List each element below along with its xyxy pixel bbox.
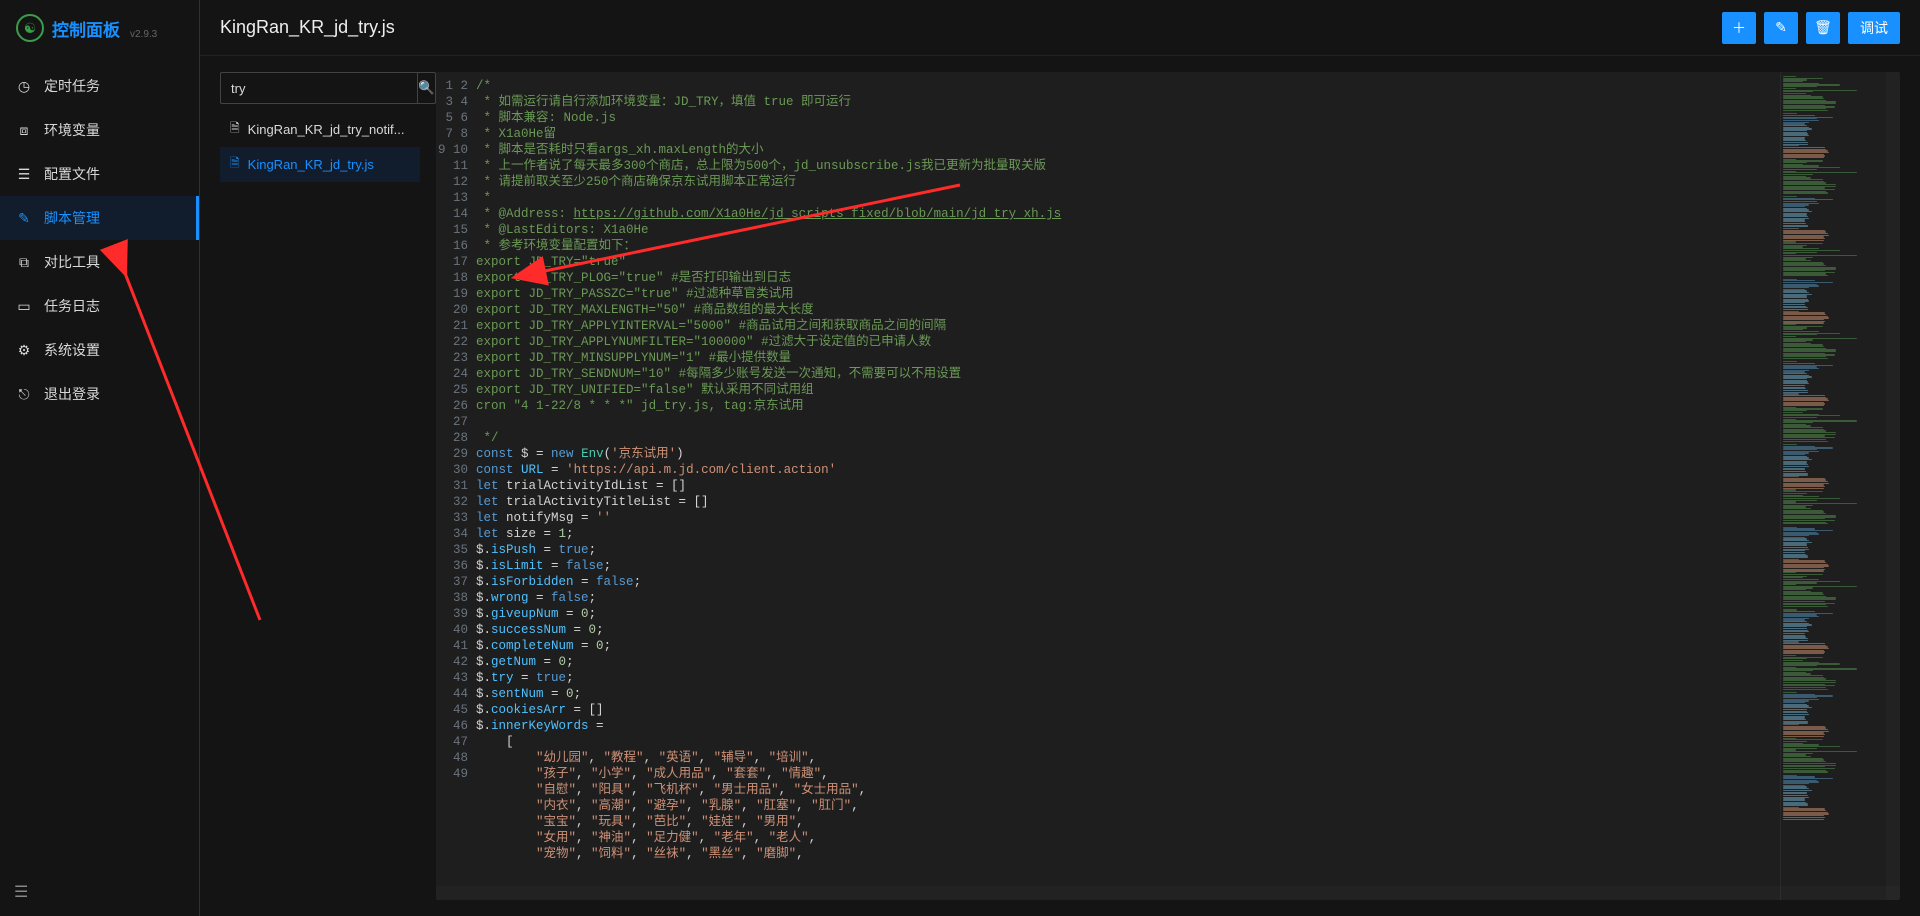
pencil-icon: ✎ (1775, 19, 1787, 36)
main: KingRan_KR_jd_try.js ＋ ✎ 🗑 调试 🔍 🗎 KingRan… (200, 0, 1920, 916)
diff-icon: ⧉ (16, 254, 32, 271)
sidebar-item-clock[interactable]: ◷ 定时任务 (0, 64, 199, 108)
sidebar-item-label: 系统设置 (44, 340, 100, 360)
logo-version: v2.9.3 (130, 29, 157, 40)
code-area[interactable]: /* * 如需运行请自行添加环境变量：JD_TRY，填值 true 即可运行 *… (476, 72, 1780, 900)
code-editor[interactable]: 1 2 3 4 5 6 7 8 9 10 11 12 13 14 15 16 1… (436, 72, 1900, 900)
delete-button[interactable]: 🗑 (1806, 12, 1840, 44)
nav: ◷ 定时任务 ⧈ 环境变量 ☰ 配置文件 ✎ 脚本管理 ⧉ 对比工具 ▭ 任务日志 ⚙ 系统设置 ⎋ 退出登录 (0, 56, 199, 868)
sidebar-item-label: 定时任务 (44, 76, 100, 96)
search-row: 🔍 (220, 72, 420, 104)
sidebar-item-settings[interactable]: ⚙ 系统设置 (0, 328, 199, 372)
sidebar-item-label: 对比工具 (44, 252, 100, 272)
sidebar-item-logout[interactable]: ⎋ 退出登录 (0, 372, 199, 416)
vertical-scrollbar[interactable] (1886, 72, 1900, 900)
page-title: KingRan_KR_jd_try.js (220, 17, 395, 38)
file-icon: 🗎 (230, 154, 240, 175)
file-item[interactable]: 🗎 KingRan_KR_jd_try.js (220, 147, 420, 182)
sidebar: ☯ 控制面板 v2.9.3 ◷ 定时任务 ⧈ 环境变量 ☰ 配置文件 ✎ 脚本管理 ⧉ 对比工具 ▭… (0, 0, 200, 916)
search-input[interactable] (220, 72, 418, 104)
horizontal-scrollbar[interactable] (436, 886, 1900, 900)
logo-area: ☯ 控制面板 v2.9.3 (0, 0, 199, 56)
config-icon: ☰ (16, 166, 32, 183)
logo-title: 控制面板 (52, 16, 120, 41)
log-icon: ▭ (16, 298, 32, 315)
sidebar-item-label: 退出登录 (44, 384, 100, 404)
topbar-actions: ＋ ✎ 🗑 调试 (1722, 12, 1900, 44)
file-name: KingRan_KR_jd_try.js (248, 157, 374, 172)
line-gutter: 1 2 3 4 5 6 7 8 9 10 11 12 13 14 15 16 1… (436, 72, 476, 900)
sidebar-item-label: 配置文件 (44, 164, 100, 184)
sidebar-collapse-button[interactable]: ☰ (0, 868, 199, 916)
debug-button[interactable]: 调试 (1848, 12, 1900, 44)
file-name: KingRan_KR_jd_try_notif... (248, 122, 405, 137)
minimap[interactable] (1780, 72, 1900, 900)
env-icon: ⧈ (16, 122, 32, 139)
sidebar-item-label: 脚本管理 (44, 208, 100, 228)
menu-collapse-icon: ☰ (14, 884, 28, 901)
sidebar-item-label: 环境变量 (44, 120, 100, 140)
file-list: 🗎 KingRan_KR_jd_try_notif... 🗎 KingRan_KR_j… (220, 112, 420, 900)
file-panel: 🔍 🗎 KingRan_KR_jd_try_notif... 🗎 KingRan_KR… (220, 72, 420, 900)
sidebar-item-log[interactable]: ▭ 任务日志 (0, 284, 199, 328)
search-button[interactable]: 🔍 (418, 72, 436, 104)
topbar: KingRan_KR_jd_try.js ＋ ✎ 🗑 调试 (200, 0, 1920, 56)
script-icon: ✎ (16, 210, 32, 227)
sidebar-item-config[interactable]: ☰ 配置文件 (0, 152, 199, 196)
sidebar-item-script[interactable]: ✎ 脚本管理 (0, 196, 199, 240)
file-item[interactable]: 🗎 KingRan_KR_jd_try_notif... (220, 112, 420, 147)
search-icon: 🔍 (418, 80, 435, 96)
settings-icon: ⚙ (16, 342, 32, 359)
sidebar-item-label: 任务日志 (44, 296, 100, 316)
logo-icon: ☯ (16, 14, 44, 42)
edit-button[interactable]: ✎ (1764, 12, 1798, 44)
file-icon: 🗎 (230, 119, 240, 140)
sidebar-item-diff[interactable]: ⧉ 对比工具 (0, 240, 199, 284)
sidebar-item-env[interactable]: ⧈ 环境变量 (0, 108, 199, 152)
plus-icon: ＋ (1732, 18, 1746, 38)
content: 🔍 🗎 KingRan_KR_jd_try_notif... 🗎 KingRan_KR… (200, 56, 1920, 916)
add-button[interactable]: ＋ (1722, 12, 1756, 44)
clock-icon: ◷ (16, 78, 32, 95)
logout-icon: ⎋ (16, 386, 32, 403)
trash-icon: 🗑 (1814, 19, 1832, 36)
